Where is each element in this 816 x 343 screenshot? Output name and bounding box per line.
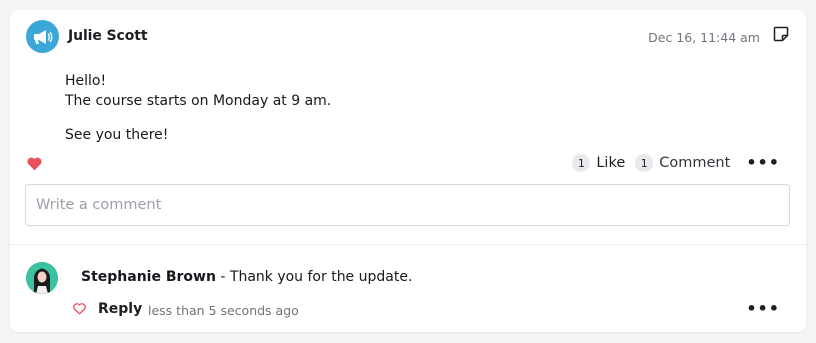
commenter-name[interactable]: Stephanie Brown (81, 269, 216, 285)
post-author[interactable]: Julie Scott (68, 28, 148, 44)
post-body: Hello! The course starts on Monday at 9 … (65, 71, 331, 145)
note-icon[interactable] (773, 26, 789, 42)
megaphone-icon (33, 29, 52, 44)
post-timestamp: Dec 16, 11:44 am (648, 30, 760, 45)
author-avatar[interactable] (26, 20, 59, 53)
post-line: See you there! (65, 127, 169, 143)
post-line: Hello! (65, 73, 107, 89)
more-options-icon[interactable]: ••• (746, 155, 780, 171)
comment-input[interactable] (25, 184, 790, 226)
post-actions: 1 Like 1 Comment ••• (572, 154, 780, 172)
likes-count: 1 (572, 154, 591, 172)
like-button[interactable]: Like (596, 155, 625, 171)
heart-outline-icon[interactable] (72, 302, 87, 315)
heart-filled-icon[interactable] (26, 156, 43, 171)
comment-button[interactable]: Comment (659, 155, 730, 171)
comment-body: Thank you for the update. (229, 269, 413, 285)
post-line: The course starts on Monday at 9 am. (65, 93, 332, 109)
more-options-icon[interactable]: ••• (746, 301, 780, 317)
comment-separator: - (215, 269, 230, 285)
post-card: Julie Scott Dec 16, 11:44 am Hello! The … (10, 10, 806, 332)
person-avatar-icon (26, 262, 58, 294)
avatar[interactable] (26, 262, 58, 294)
comments-count: 1 (635, 154, 654, 172)
comment-timestamp: less than 5 seconds ago (148, 303, 299, 318)
comment-text: Stephanie Brown - Thank you for the upda… (81, 269, 412, 285)
reply-button[interactable]: Reply (98, 301, 142, 317)
divider (10, 244, 806, 245)
